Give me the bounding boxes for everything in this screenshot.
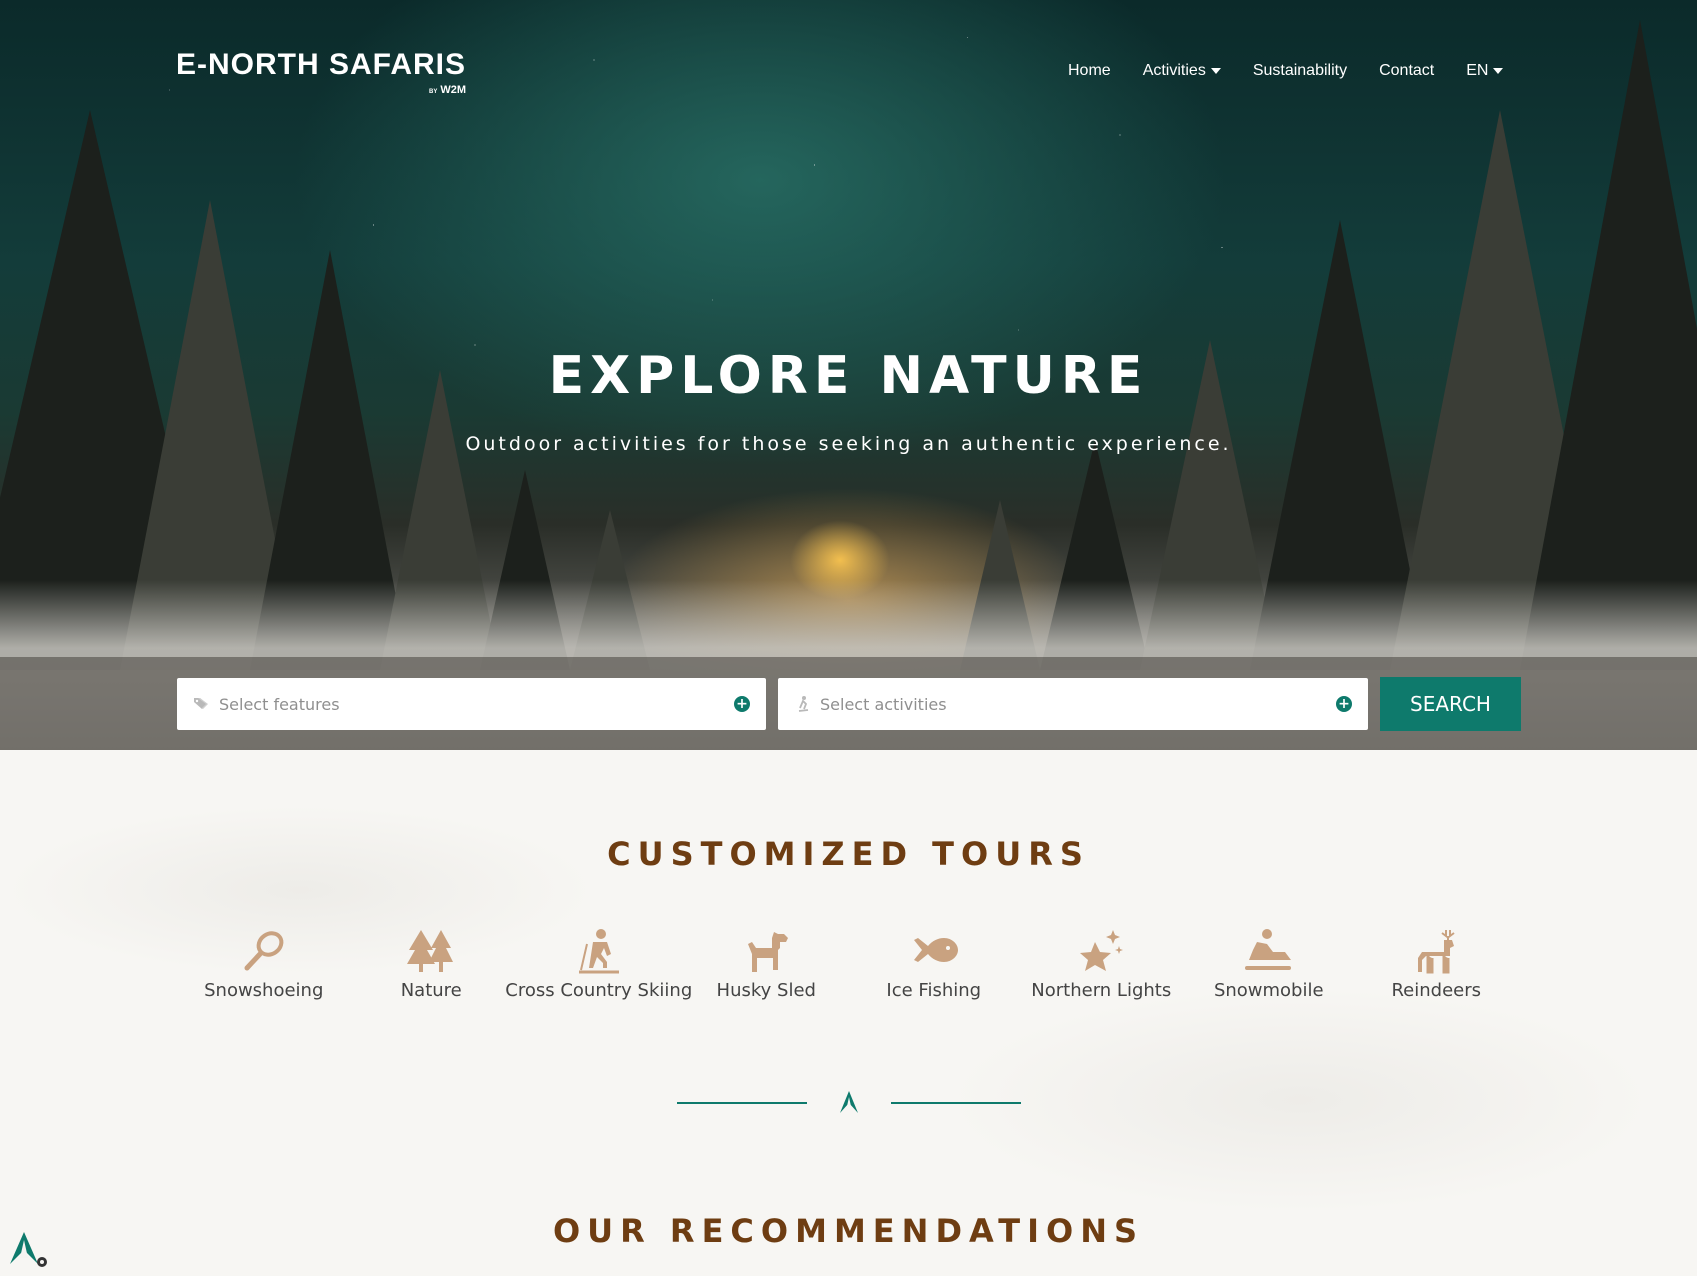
- tags-icon: [193, 695, 211, 713]
- language-label: EN: [1466, 62, 1489, 79]
- plus-circle-icon: +: [1336, 696, 1352, 712]
- skiing-icon: [578, 929, 619, 974]
- tree-decoration: [1520, 20, 1697, 670]
- features-select[interactable]: Select features +: [177, 678, 766, 730]
- brand-by: BY: [429, 89, 438, 95]
- snowmobile-icon: [1244, 929, 1291, 970]
- brand-sub-name: W2M: [440, 84, 467, 96]
- brand-gear-icon: [10, 1232, 47, 1267]
- skiing-icon: [794, 695, 812, 713]
- chevron-down-icon: [1493, 68, 1504, 74]
- hero-section: E-NORTH SAFARIS BY W2M Home Activities Su…: [0, 0, 1697, 750]
- customized-tours-title: CUSTOMIZED TOURS: [607, 835, 1090, 873]
- tour-label: Husky Sled: [716, 980, 816, 1001]
- hero-subtitle: Outdoor activities for those seeking an …: [465, 433, 1232, 455]
- activities-select[interactable]: Select activities +: [778, 678, 1368, 730]
- tour-label: Snowshoeing: [204, 980, 324, 1001]
- nav-home[interactable]: Home: [1068, 62, 1111, 80]
- activities-placeholder: Select activities: [820, 694, 947, 714]
- tours-list: Snowshoeing Nature Cross Country Skiing …: [180, 928, 1520, 1001]
- tour-label: Reindeers: [1391, 980, 1482, 1001]
- dog-icon: [748, 932, 789, 972]
- section-divider: [677, 1087, 1021, 1117]
- brand-name: E-NORTH SAFARIS: [176, 48, 467, 81]
- snowshoe-icon: [244, 931, 284, 971]
- stars-icon: [1080, 930, 1124, 971]
- content-section: [0, 750, 1697, 1276]
- divider-line: [891, 1102, 1021, 1104]
- tour-husky-sled[interactable]: Husky Sled: [683, 928, 851, 1001]
- tour-ice-fishing[interactable]: Ice Fishing: [850, 928, 1018, 1001]
- tour-reindeers[interactable]: Reindeers: [1353, 928, 1521, 1001]
- tour-snowmobile[interactable]: Snowmobile: [1185, 928, 1353, 1001]
- recommendations-title: OUR RECOMMENDATIONS: [552, 1212, 1145, 1250]
- reindeer-icon: [1418, 930, 1455, 974]
- nav-activities-label: Activities: [1142, 62, 1206, 79]
- tour-nature[interactable]: Nature: [348, 928, 516, 1001]
- divider-line: [677, 1102, 807, 1104]
- tour-label: Ice Fishing: [886, 980, 982, 1001]
- nav-sustainability[interactable]: Sustainability: [1253, 62, 1347, 80]
- accessibility-settings-button[interactable]: [8, 1230, 50, 1270]
- tour-snowshoeing[interactable]: Snowshoeing: [180, 928, 348, 1001]
- features-placeholder: Select features: [219, 694, 340, 714]
- brand-logo[interactable]: E-NORTH SAFARIS BY W2M: [176, 48, 467, 96]
- language-selector[interactable]: EN: [1466, 62, 1504, 80]
- tour-cross-country-skiing[interactable]: Cross Country Skiing: [505, 928, 692, 1001]
- nav-contact[interactable]: Contact: [1379, 62, 1434, 80]
- brand-sub: BY W2M: [429, 84, 466, 96]
- tour-label: Nature: [400, 980, 462, 1001]
- trees-icon: [407, 930, 454, 972]
- plus-circle-icon: +: [734, 696, 750, 712]
- hero-title: EXPLORE NATURE: [548, 346, 1149, 406]
- tour-label: Northern Lights: [1031, 980, 1172, 1001]
- tour-label: Cross Country Skiing: [505, 980, 693, 1001]
- chevron-down-icon: [1210, 68, 1221, 74]
- brand-mark-icon: [840, 1091, 858, 1113]
- search-button[interactable]: SEARCH: [1380, 677, 1521, 731]
- main-nav: Home Activities Sustainability Contact E…: [1068, 62, 1535, 80]
- tour-northern-lights[interactable]: Northern Lights: [1018, 928, 1186, 1001]
- tour-label: Snowmobile: [1213, 980, 1324, 1001]
- nav-activities[interactable]: Activities: [1143, 62, 1221, 80]
- fish-icon: [913, 938, 958, 962]
